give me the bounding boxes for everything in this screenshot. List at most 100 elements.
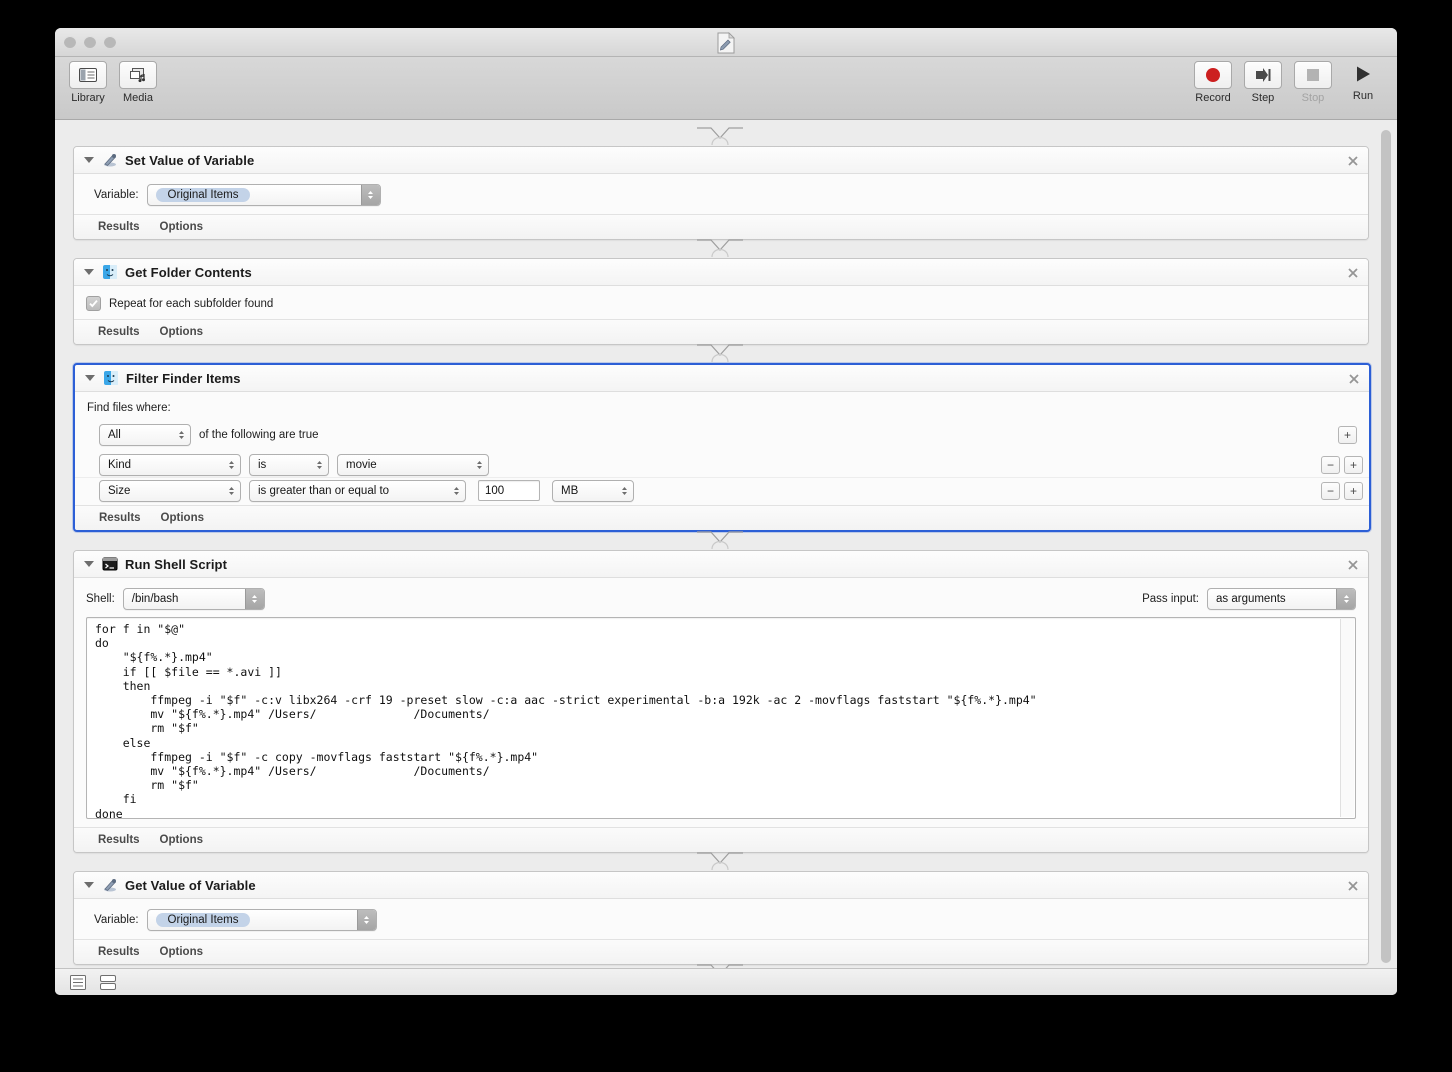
step-toolbar-button[interactable]: Step <box>1241 61 1285 104</box>
record-toolbar-button[interactable]: Record <box>1191 61 1235 104</box>
criterion-operator-value: is <box>258 458 267 471</box>
close-x-icon[interactable] <box>1347 266 1359 278</box>
step-icon <box>1244 61 1282 89</box>
results-toggle[interactable]: Results <box>98 221 140 233</box>
criterion-operator-popup[interactable]: is <box>249 453 329 476</box>
match-type-popup[interactable]: All <box>99 424 191 446</box>
options-toggle[interactable]: Options <box>160 834 203 846</box>
pass-input-popup[interactable]: as arguments <box>1207 588 1356 610</box>
criterion-value-popup[interactable]: movie <box>337 453 489 476</box>
repeat-subfolder-label: Repeat for each subfolder found <box>109 297 274 310</box>
disclosure-triangle-icon[interactable] <box>85 375 95 381</box>
action-filter-finder-items[interactable]: Filter Finder Items Find files where: Al… <box>73 363 1371 532</box>
action-footer: Results Options <box>74 939 1368 964</box>
close-window-button[interactable] <box>64 36 76 48</box>
remove-criterion-button[interactable]: − <box>1321 481 1340 500</box>
variable-icon <box>102 152 118 168</box>
results-toggle[interactable]: Results <box>99 512 141 524</box>
action-get-folder-contents[interactable]: Get Folder Contents Repeat for each subf… <box>73 258 1369 345</box>
match-suffix-label: of the following are true <box>199 429 319 441</box>
remove-criterion-button[interactable]: − <box>1321 455 1340 474</box>
run-toolbar-button[interactable]: Run <box>1341 61 1385 104</box>
action-footer: Results Options <box>74 214 1368 239</box>
record-icon <box>1194 61 1232 89</box>
repeat-subfolder-checkbox[interactable] <box>86 296 101 311</box>
add-criterion-button[interactable]: + <box>1344 455 1363 474</box>
action-header[interactable]: Get Folder Contents <box>74 259 1368 286</box>
chevron-updown-icon <box>227 484 236 498</box>
action-header[interactable]: Get Value of Variable <box>74 872 1368 899</box>
criterion-operator-popup[interactable]: is greater than or equal to <box>249 479 466 502</box>
shell-settings-row: Shell: /bin/bash Pass input: as argument… <box>86 588 1356 610</box>
options-toggle[interactable]: Options <box>160 326 203 338</box>
title-bar <box>55 28 1397 57</box>
action-title: Run Shell Script <box>125 556 228 572</box>
run-icon <box>1345 61 1381 87</box>
workflow-scroll-area[interactable]: Set Value of Variable Variable: Original… <box>55 120 1397 968</box>
variable-chip: Original Items <box>155 913 251 927</box>
shell-label: Shell: <box>86 593 115 605</box>
results-toggle[interactable]: Results <box>98 946 140 958</box>
close-x-icon[interactable] <box>1348 372 1360 384</box>
criterion-operator-value: is greater than or equal to <box>258 484 390 497</box>
variable-popup[interactable]: Original Items <box>146 909 377 931</box>
workflow-scrollbar[interactable] <box>1381 130 1391 963</box>
finder-icon <box>102 264 118 280</box>
stop-toolbar-button[interactable]: Stop <box>1291 61 1335 104</box>
criterion-attribute-popup[interactable]: Size <box>99 479 241 502</box>
add-criterion-button[interactable]: + <box>1344 481 1363 500</box>
criterion-size-value: 100 <box>485 484 505 497</box>
script-scrollbar[interactable] <box>1340 619 1354 817</box>
status-bar <box>55 968 1397 995</box>
criterion-attribute-value: Size <box>108 484 131 497</box>
options-toggle[interactable]: Options <box>161 512 204 524</box>
results-toggle[interactable]: Results <box>98 834 140 846</box>
record-toolbar-label: Record <box>1195 92 1231 104</box>
action-header[interactable]: Set Value of Variable <box>74 147 1368 174</box>
document-script-icon[interactable] <box>716 32 736 54</box>
criterion-unit-popup[interactable]: MB <box>552 479 634 502</box>
close-x-icon[interactable] <box>1347 879 1359 891</box>
action-header[interactable]: Run Shell Script <box>74 551 1368 578</box>
add-criterion-button[interactable]: + <box>1338 426 1357 444</box>
shell-script-text[interactable]: for f in "$@" do "${f%.*}.mp4" if [[ $fi… <box>87 618 1355 818</box>
disclosure-triangle-icon[interactable] <box>84 157 94 163</box>
library-panel-icon <box>69 61 107 89</box>
connector-notch <box>73 239 1367 258</box>
criterion-size-input[interactable]: 100 <box>478 480 540 501</box>
connector-notch <box>73 964 1367 968</box>
disclosure-triangle-icon[interactable] <box>84 269 94 275</box>
action-body: Variable: Original Items <box>74 174 1368 214</box>
minimize-window-button[interactable] <box>84 36 96 48</box>
action-run-shell-script[interactable]: Run Shell Script Shell: /bin/bash Pass i… <box>73 550 1369 853</box>
action-get-value-of-variable[interactable]: Get Value of Variable Variable: Original… <box>73 871 1369 965</box>
variable-popup[interactable]: Original Items <box>146 184 381 206</box>
library-toolbar-button[interactable]: Library <box>66 61 110 104</box>
options-toggle[interactable]: Options <box>160 221 203 233</box>
close-x-icon[interactable] <box>1347 154 1359 166</box>
chevron-updown-icon <box>1336 589 1355 609</box>
variable-label: Variable: <box>94 189 139 201</box>
stop-icon <box>1294 61 1332 89</box>
action-body: Shell: /bin/bash Pass input: as argument… <box>74 578 1368 827</box>
action-title: Filter Finder Items <box>126 370 241 386</box>
chevron-updown-icon <box>227 458 236 472</box>
action-title: Get Value of Variable <box>125 877 256 893</box>
shell-script-editor[interactable]: for f in "$@" do "${f%.*}.mp4" if [[ $fi… <box>86 617 1356 819</box>
chevron-updown-icon <box>177 428 186 442</box>
disclosure-triangle-icon[interactable] <box>84 882 94 888</box>
action-header[interactable]: Filter Finder Items <box>75 365 1369 392</box>
split-view-icon[interactable] <box>99 974 117 990</box>
list-view-icon[interactable] <box>69 974 87 990</box>
chevron-updown-icon <box>244 589 264 609</box>
results-toggle[interactable]: Results <box>98 326 140 338</box>
zoom-window-button[interactable] <box>104 36 116 48</box>
chevron-updown-icon <box>356 910 376 930</box>
criterion-attribute-popup[interactable]: Kind <box>99 453 241 476</box>
options-toggle[interactable]: Options <box>160 946 203 958</box>
action-set-value-of-variable[interactable]: Set Value of Variable Variable: Original… <box>73 146 1369 240</box>
disclosure-triangle-icon[interactable] <box>84 561 94 567</box>
close-x-icon[interactable] <box>1347 558 1359 570</box>
shell-popup[interactable]: /bin/bash <box>122 588 265 610</box>
media-toolbar-button[interactable]: Media <box>116 61 160 104</box>
